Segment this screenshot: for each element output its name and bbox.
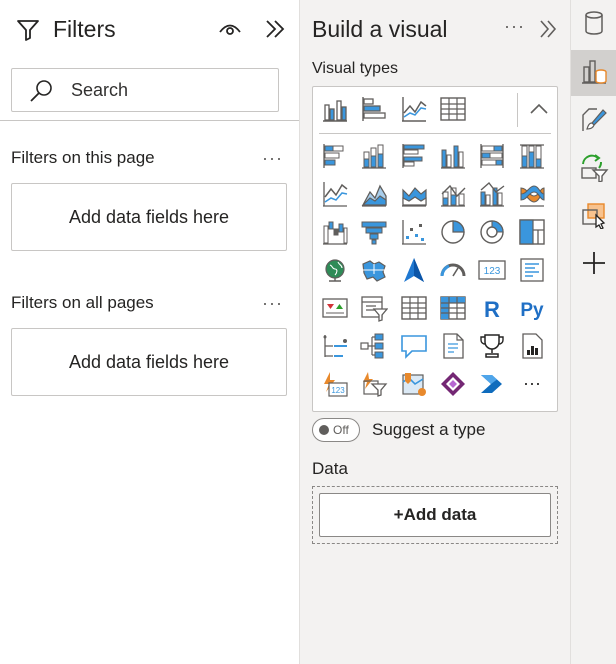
- azure-map-icon[interactable]: [400, 256, 428, 284]
- pie-chart-icon[interactable]: [439, 218, 467, 246]
- matrix-icon[interactable]: [439, 294, 467, 322]
- filters-all-pages-more-button[interactable]: ···: [262, 293, 283, 314]
- gauge-icon[interactable]: [439, 256, 467, 284]
- right-pane-switcher: [570, 0, 616, 664]
- filter-funnel-icon: [16, 18, 40, 47]
- decomposition-tree-icon[interactable]: [360, 332, 388, 360]
- paginated-report-icon[interactable]: [518, 332, 546, 360]
- kpi-icon[interactable]: [321, 294, 349, 322]
- collapse-visual-types-chevron-icon[interactable]: [529, 101, 549, 122]
- build-visual-title: Build a visual: [312, 16, 448, 42]
- pinned-table-icon[interactable]: [439, 95, 467, 123]
- search-placeholder: Search: [71, 80, 129, 100]
- line-chart-icon[interactable]: [321, 180, 349, 208]
- add-data-dropzone: +Add data: [312, 486, 558, 544]
- pinned-line-chart-icon[interactable]: [400, 95, 428, 123]
- card-icon[interactable]: 123: [478, 256, 506, 284]
- add-data-button[interactable]: +Add data: [319, 493, 551, 537]
- visual-types-separator: [517, 93, 518, 127]
- key-influencers-icon[interactable]: [321, 332, 349, 360]
- build-visual-pane: Build a visual ··· Visual types 123 R Py 12…: [300, 0, 570, 664]
- visibility-eye-icon[interactable]: [218, 19, 242, 44]
- filters-on-page-dropzone[interactable]: Add data fields here: [11, 183, 287, 251]
- smart-narrative-icon[interactable]: [439, 332, 467, 360]
- filters-on-page-more-button[interactable]: ···: [262, 148, 283, 169]
- waterfall-chart-icon[interactable]: [321, 218, 349, 246]
- filters-all-pages-label: Filters on all pages: [11, 293, 154, 312]
- arcgis-map-icon[interactable]: [400, 370, 428, 398]
- svg-text:Py: Py: [520, 300, 544, 321]
- multi-row-card-icon[interactable]: [518, 256, 546, 284]
- more-visuals-icon[interactable]: ···: [518, 370, 546, 398]
- format-brush-icon: [580, 105, 608, 138]
- clustered-bar-chart-icon[interactable]: [400, 142, 428, 170]
- svg-text:123: 123: [331, 386, 345, 395]
- svg-text:···: ···: [523, 373, 541, 393]
- svg-text:123: 123: [484, 266, 501, 277]
- stacked-bar-chart-icon[interactable]: [321, 142, 349, 170]
- filters-title: Filters: [53, 16, 116, 42]
- power-automate-icon[interactable]: [478, 370, 506, 398]
- visual-types-panel: 123 R Py 123 ···: [312, 86, 558, 412]
- build-visual-pane-button[interactable]: [571, 50, 616, 96]
- filters-on-page-label: Filters on this page: [11, 148, 155, 167]
- filters-all-pages-dropzone[interactable]: Add data fields here: [11, 328, 287, 396]
- 100-stacked-column-chart-icon[interactable]: [518, 142, 546, 170]
- selection-pane-button[interactable]: [571, 194, 616, 240]
- collapse-filters-chevron-icon[interactable]: [264, 19, 286, 44]
- slicer-icon[interactable]: [360, 294, 388, 322]
- suggest-type-label: Suggest a type: [372, 420, 486, 439]
- treemap-icon[interactable]: [518, 218, 546, 246]
- selection-icon: [580, 201, 608, 234]
- filters-pane: Filters Search Filters on this page ··· …: [0, 0, 300, 664]
- toggle-state-label: Off: [333, 423, 349, 437]
- data-pane-button[interactable]: [571, 2, 616, 48]
- map-icon[interactable]: [321, 256, 349, 284]
- python-visual-icon[interactable]: Py: [518, 294, 546, 322]
- data-section-label: Data: [312, 459, 348, 478]
- scatter-chart-icon[interactable]: [400, 218, 428, 246]
- pinned-stacked-bar-chart-icon[interactable]: [360, 95, 388, 123]
- qa-icon[interactable]: [400, 332, 428, 360]
- data-cylinder-icon: [582, 10, 606, 41]
- funnel-chart-icon[interactable]: [360, 218, 388, 246]
- line-and-stacked-column-chart-icon[interactable]: [439, 180, 467, 208]
- format-pane-button[interactable]: [571, 98, 616, 144]
- 100-stacked-bar-chart-icon[interactable]: [478, 142, 506, 170]
- power-apps-card-icon[interactable]: 123: [321, 370, 349, 398]
- line-and-clustered-column-chart-icon[interactable]: [478, 180, 506, 208]
- add-pane-button[interactable]: [571, 242, 616, 288]
- ribbon-chart-icon[interactable]: [518, 180, 546, 208]
- r-script-visual-icon[interactable]: R: [478, 294, 506, 322]
- filled-map-icon[interactable]: [360, 256, 388, 284]
- visual-types-grid-divider: [319, 133, 551, 134]
- sync-filter-icon: [579, 152, 609, 187]
- sync-slicers-button[interactable]: [571, 146, 616, 192]
- stacked-area-chart-icon[interactable]: [400, 180, 428, 208]
- suggest-type-toggle[interactable]: Off: [312, 418, 360, 442]
- visual-types-label: Visual types: [312, 60, 398, 77]
- search-icon: [28, 78, 54, 109]
- svg-text:R: R: [484, 297, 500, 322]
- build-more-options-button[interactable]: ···: [504, 16, 525, 37]
- build-visual-icon: [580, 57, 608, 90]
- power-apps-icon[interactable]: [439, 370, 467, 398]
- table-icon[interactable]: [400, 294, 428, 322]
- stacked-column-chart-icon[interactable]: [360, 142, 388, 170]
- add-icon: [581, 250, 607, 281]
- filters-divider: [0, 120, 299, 121]
- filters-search-input[interactable]: Search: [11, 68, 279, 112]
- collapse-build-chevron-icon[interactable]: [538, 19, 558, 44]
- power-apps-slicer-icon[interactable]: [360, 370, 388, 398]
- donut-chart-icon[interactable]: [478, 218, 506, 246]
- area-chart-icon[interactable]: [360, 180, 388, 208]
- toggle-knob: [319, 425, 329, 435]
- metrics-icon[interactable]: [478, 332, 506, 360]
- clustered-column-chart-icon[interactable]: [439, 142, 467, 170]
- pinned-clustered-column-chart-icon[interactable]: [321, 95, 349, 123]
